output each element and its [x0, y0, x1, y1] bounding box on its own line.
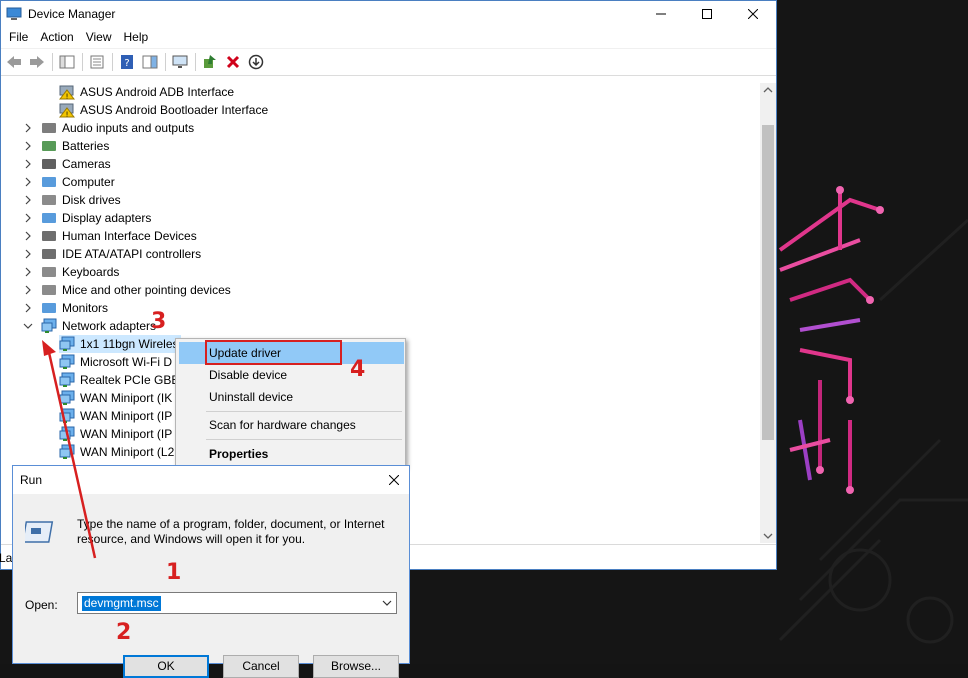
step-number-4: 4 [350, 357, 366, 382]
step-number-1: 1 [166, 560, 182, 585]
step-number-2: 2 [116, 620, 132, 645]
step-number-3: 3 [151, 309, 167, 334]
annotation-arrow [42, 340, 97, 559]
